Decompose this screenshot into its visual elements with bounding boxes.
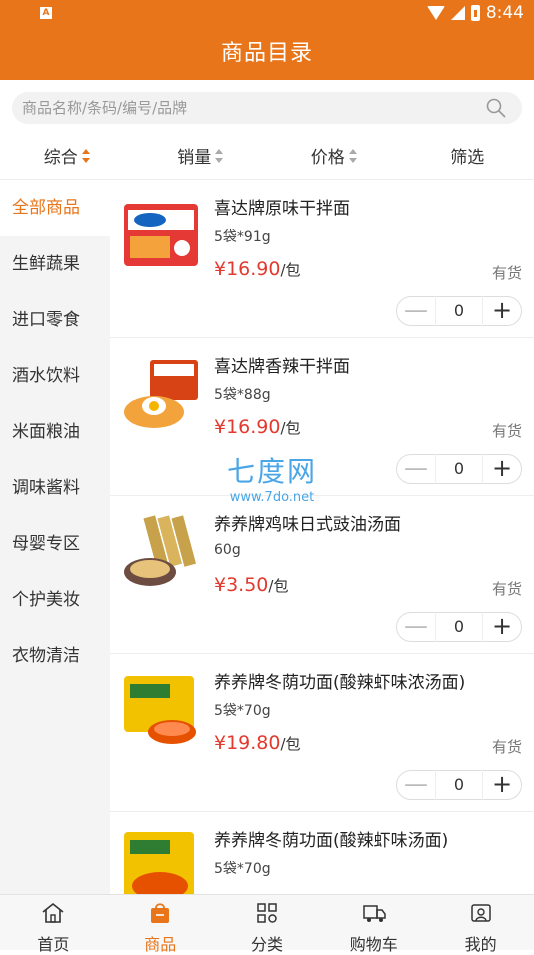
increase-button[interactable]: + (483, 296, 521, 326)
stock-status: 有货 (492, 578, 522, 599)
sidebar-item-drinks[interactable]: 酒水饮料 (0, 348, 110, 404)
category-sidebar: 全部商品 生鲜蔬果 进口零食 酒水饮料 米面粮油 调味酱料 母婴专区 个护美妆 … (0, 180, 110, 894)
decrease-button[interactable]: — (397, 612, 435, 642)
product-list: 喜达牌原味干拌面 5袋*91g ¥16.90/包 有货 — 0 + 喜达牌香辣干… (110, 180, 534, 894)
decrease-button[interactable]: — (397, 296, 435, 326)
product-image (120, 512, 202, 594)
product-price: ¥19.80/包 (214, 732, 301, 754)
sidebar-item-fresh[interactable]: 生鲜蔬果 (0, 236, 110, 292)
bottom-tabbar: 首页 商品 分类 购物车 我的 (0, 894, 534, 950)
search-icon[interactable] (486, 98, 506, 118)
bag-icon (147, 901, 173, 925)
sort-label: 价格 (311, 148, 345, 168)
tab-label: 商品 (107, 931, 214, 955)
signal-icon (451, 6, 465, 20)
sort-arrows-icon (349, 149, 357, 163)
clock: 8:44 (486, 3, 524, 23)
product-image (120, 354, 202, 436)
search-input[interactable] (22, 92, 462, 124)
product-name: 养养牌冬荫功面(酸辣虾味汤面) (214, 826, 448, 851)
sort-label: 筛选 (450, 148, 484, 168)
list-item[interactable]: 养养牌鸡味日式豉油汤面 60g ¥3.50/包 有货 — 0 + (110, 496, 534, 654)
tab-home[interactable]: 首页 (0, 895, 107, 950)
product-spec: 5袋*70g (214, 700, 271, 720)
increase-button[interactable]: + (483, 612, 521, 642)
product-name: 喜达牌香辣干拌面 (214, 352, 350, 377)
tab-label: 购物车 (320, 931, 427, 955)
tab-label: 首页 (0, 931, 107, 955)
tab-mine[interactable]: 我的 (427, 895, 534, 950)
stock-status: 有货 (492, 736, 522, 757)
stock-status: 有货 (492, 420, 522, 441)
status-bar: A 8:44 (0, 0, 534, 28)
search-box[interactable] (12, 92, 522, 124)
notification-icon: A (40, 7, 52, 19)
quantity-value[interactable]: 0 (435, 770, 483, 800)
product-name: 养养牌冬荫功面(酸辣虾味浓汤面) (214, 668, 465, 693)
product-name: 喜达牌原味干拌面 (214, 194, 350, 219)
battery-icon (471, 5, 480, 21)
decrease-button[interactable]: — (397, 454, 435, 484)
list-item[interactable]: 喜达牌香辣干拌面 5袋*88g ¥16.90/包 有货 — 0 + (110, 338, 534, 496)
product-image (120, 196, 202, 278)
product-image (120, 670, 202, 752)
stock-status: 有货 (492, 262, 522, 283)
tab-products[interactable]: 商品 (107, 895, 214, 950)
sidebar-item-beauty[interactable]: 个护美妆 (0, 572, 110, 628)
sidebar-item-imported-snacks[interactable]: 进口零食 (0, 292, 110, 348)
sidebar-item-laundry[interactable]: 衣物清洁 (0, 628, 110, 684)
product-price: ¥16.90/包 (214, 258, 301, 280)
sort-label: 销量 (177, 148, 211, 168)
decrease-button[interactable]: — (397, 770, 435, 800)
home-icon (40, 901, 66, 925)
quantity-stepper: — 0 + (396, 296, 522, 326)
search-bar (0, 80, 534, 136)
product-price: ¥3.50/包 (214, 574, 288, 596)
increase-button[interactable]: + (483, 770, 521, 800)
tab-category[interactable]: 分类 (214, 895, 321, 950)
sort-price[interactable]: 价格 (267, 136, 401, 179)
sort-arrows-icon (215, 149, 223, 163)
sidebar-item-grain-oil[interactable]: 米面粮油 (0, 404, 110, 460)
grid-icon (254, 901, 280, 925)
sidebar-item-baby[interactable]: 母婴专区 (0, 516, 110, 572)
product-spec: 5袋*70g (214, 858, 271, 878)
tab-label: 我的 (427, 931, 534, 955)
sidebar-item-all[interactable]: 全部商品 (0, 180, 110, 236)
increase-button[interactable]: + (483, 454, 521, 484)
sort-sales[interactable]: 销量 (134, 136, 268, 179)
wifi-icon (427, 6, 445, 20)
tab-label: 分类 (214, 931, 321, 955)
sort-arrows-icon (82, 149, 90, 163)
sort-label: 综合 (44, 148, 78, 168)
quantity-value[interactable]: 0 (435, 296, 483, 326)
product-spec: 5袋*88g (214, 384, 271, 404)
sort-comprehensive[interactable]: 综合 (0, 136, 134, 179)
tab-cart[interactable]: 购物车 (320, 895, 427, 950)
quantity-stepper: — 0 + (396, 612, 522, 642)
quantity-stepper: — 0 + (396, 770, 522, 800)
quantity-value[interactable]: 0 (435, 454, 483, 484)
product-spec: 60g (214, 542, 241, 558)
quantity-value[interactable]: 0 (435, 612, 483, 642)
quantity-stepper: — 0 + (396, 454, 522, 484)
profile-icon (468, 901, 494, 925)
product-name: 养养牌鸡味日式豉油汤面 (214, 510, 401, 535)
filter-button[interactable]: 筛选 (401, 136, 534, 179)
list-item[interactable]: 养养牌冬荫功面(酸辣虾味汤面) 5袋*70g (110, 812, 534, 894)
page-title: 商品目录 (0, 28, 534, 80)
product-image (120, 828, 202, 894)
product-price: ¥16.90/包 (214, 416, 301, 438)
list-item[interactable]: 喜达牌原味干拌面 5袋*91g ¥16.90/包 有货 — 0 + (110, 180, 534, 338)
list-item[interactable]: 养养牌冬荫功面(酸辣虾味浓汤面) 5袋*70g ¥19.80/包 有货 — 0 … (110, 654, 534, 812)
product-spec: 5袋*91g (214, 226, 271, 246)
sort-bar: 综合 销量 价格 筛选 (0, 136, 534, 180)
truck-icon (361, 901, 387, 925)
sidebar-item-condiments[interactable]: 调味酱料 (0, 460, 110, 516)
